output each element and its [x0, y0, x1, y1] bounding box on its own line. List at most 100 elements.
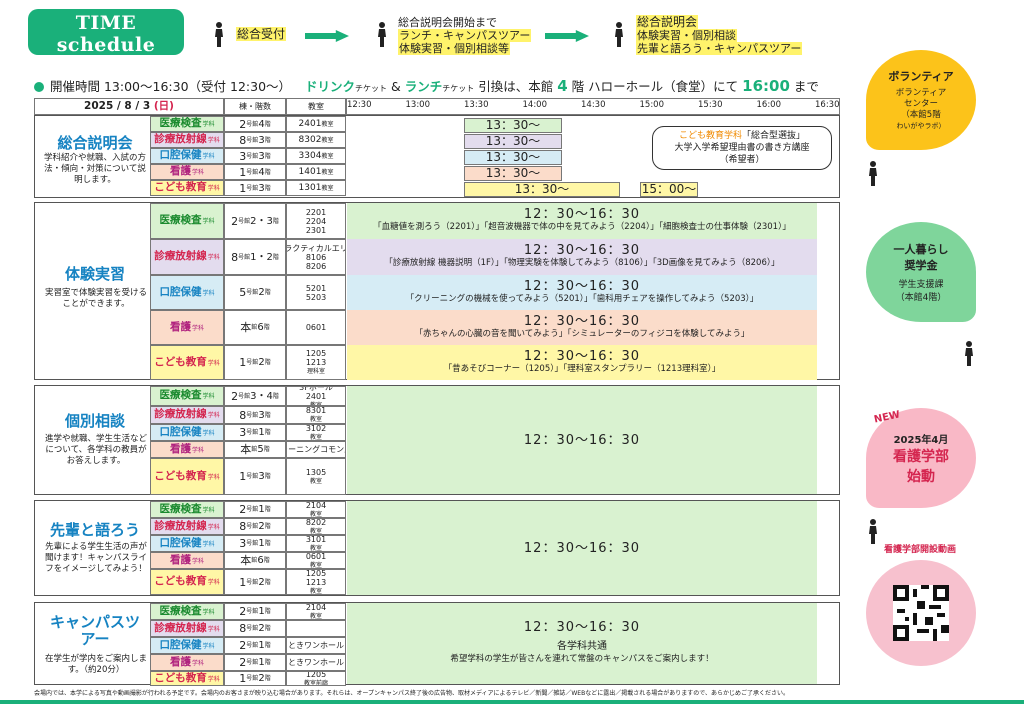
time-tick: 15:30 — [698, 100, 723, 110]
bldg-cell: 8 号館 1・2 階 — [224, 239, 286, 275]
dept-name: こども教育学科 — [154, 356, 220, 369]
room-unit: 教室 — [309, 477, 322, 485]
dept-suffix: 学科 — [207, 523, 220, 531]
dept-suffix: 学科 — [207, 359, 220, 367]
bldg-b2: 号館 — [246, 540, 259, 547]
dept-cell: 医療検査学科 — [150, 386, 224, 406]
bldg-cell: 8 号館 3 階 — [224, 132, 286, 148]
scholarship-title: 一人暮らし — [893, 243, 949, 256]
bldg-cell: 1 号館 2 階 — [224, 569, 286, 595]
bldg-b4: 階 — [264, 120, 271, 128]
room-cell: 1205 教室前廊 — [286, 671, 346, 686]
bldg-b1: 8 — [239, 133, 247, 147]
bldg-b3: 2・3 — [250, 215, 273, 227]
bldg-b2: 号館 — [246, 168, 259, 176]
time-tick: 14:30 — [581, 100, 606, 110]
dept-name: こども教育学科 — [154, 576, 220, 588]
room-cell: ときワンホール — [286, 637, 346, 654]
bldg-b4: 階 — [264, 152, 271, 160]
bldg-b1: 3 — [239, 149, 247, 163]
dept-cell: 診療放射線学科 — [150, 239, 224, 275]
scholarship-circle: 一人暮らし 奨学金 学生支援課 （本館4階） — [866, 222, 976, 322]
bldg-cell: 2 号館 4 階 — [224, 116, 286, 132]
dept-cell: こども教育学科 — [150, 180, 224, 196]
room-number: 1205 — [305, 349, 327, 358]
scholarship-title2: 奨学金 — [904, 259, 938, 272]
flow-step-3-line1: 総合説明会 — [636, 15, 699, 29]
dept-suffix: 学科 — [202, 289, 215, 297]
dept-cell: 看護学科 — [150, 552, 224, 569]
time-text: 12：30〜16：30 — [523, 348, 641, 364]
bldg-b4: 階 — [264, 642, 271, 649]
bldg-b2: 号館 — [246, 359, 259, 366]
flow-step-3-line3: 先輩と語ろう・キャンパスツアー — [636, 42, 803, 55]
room-cell: ラーニングコモンズ — [286, 441, 346, 458]
bldg-b4: 階 — [263, 446, 270, 453]
dept-cell: 口腔保健学科 — [150, 637, 224, 654]
section-desc: 進学や就職、学生生活などについて、各学科の教員がお答えします。 — [44, 434, 147, 466]
person-icon — [869, 161, 877, 186]
qr-code-icon[interactable] — [893, 585, 949, 641]
bldg-b1: 本 — [240, 321, 252, 334]
dept-suffix: 学科 — [207, 579, 220, 586]
bldg-b4: 階 — [264, 540, 271, 547]
room-number: 2401 — [305, 391, 327, 401]
time-tick: 16:00 — [756, 100, 782, 110]
event-date: 2025 / 8 / 3 (日) — [34, 98, 224, 115]
dept-suffix: 学科 — [191, 446, 204, 454]
room-number: ときワンホール — [288, 641, 344, 650]
video-label: 看護学部開設動画 — [884, 545, 957, 555]
bldg-b1: 8 — [239, 408, 247, 422]
room-line: 2401教室 — [299, 119, 334, 129]
bldg-cell: 本館6階 — [224, 552, 286, 569]
room-cell: 5201 5203 — [286, 275, 346, 310]
dept-suffix: 学科 — [207, 675, 220, 683]
dept-label: 医療検査 — [159, 214, 202, 226]
room-number: 2401 — [298, 119, 322, 129]
bldg-b1: 本 — [240, 443, 252, 456]
bldg-b2: 号館 — [246, 608, 259, 615]
dept-label: 医療検査 — [159, 389, 202, 401]
room-cell: 1301教室 — [286, 180, 346, 196]
dept-cell: 医療検査学科 — [150, 116, 224, 132]
room-number: 1305 — [305, 467, 327, 477]
dept-cell: 口腔保健学科 — [150, 424, 224, 441]
room-number: 3102 — [305, 424, 327, 433]
nursing-title: 看護学部 — [893, 448, 949, 465]
dept-name: 口腔保健学科 — [159, 150, 214, 162]
bldg-cell: 1 号館 2 階 — [224, 345, 286, 380]
bldg-b4: 階 — [264, 659, 271, 666]
consult-time-band: 12：30〜16：30 — [347, 386, 817, 494]
activity-list: 「クリーニングの機械を使ってみよう（5201）」「歯科用チェアを操作してみよう（… — [405, 293, 759, 304]
ticket-label: チケット — [355, 84, 388, 93]
dept-suffix: 学科 — [202, 608, 215, 616]
room-cell: 1401教室 — [286, 164, 346, 180]
bldg-b2: 号館 — [246, 506, 259, 513]
dept-name: 医療検査学科 — [159, 503, 214, 516]
person-icon — [215, 22, 223, 47]
dept-suffix: 学科 — [202, 121, 215, 128]
section-desc: 学科紹介や就職、入試の方法・傾向・対策について説明します。 — [43, 153, 146, 185]
room-unit: 教室 — [309, 544, 322, 552]
room-unit: 教室 — [321, 121, 334, 128]
bldg-b2: 号館 — [238, 253, 251, 261]
room-number: ラーニングコモンズ — [287, 445, 345, 454]
dept-label: 診療放射線 — [154, 133, 207, 145]
dept-suffix: 学科 — [207, 625, 220, 633]
room-cell: 0601 — [286, 310, 346, 345]
dept-suffix: 学科 — [207, 412, 220, 419]
until-text: まで — [793, 79, 819, 94]
bldg-b4: 階 — [264, 506, 271, 513]
schedule-badge: TIME schedule タイムスケジュール — [28, 9, 184, 72]
room-cell: ときワンホール — [286, 654, 346, 671]
room-line: 8302教室 — [299, 135, 334, 145]
dept-name: 医療検査学科 — [159, 605, 215, 618]
dept-suffix: 学科 — [202, 218, 215, 225]
room-number: 1301 — [298, 183, 322, 193]
floor-number: 4 — [557, 77, 568, 95]
room-number: 3101 — [305, 535, 327, 544]
dept-cell: 口腔保健学科 — [150, 275, 224, 310]
room-number: 2301 — [305, 225, 327, 235]
amp: & — [391, 79, 401, 94]
activity-band: 12：30〜16：30 「診療放射線 機器説明（1F）」「物理実験を体験してみよう… — [347, 239, 817, 275]
